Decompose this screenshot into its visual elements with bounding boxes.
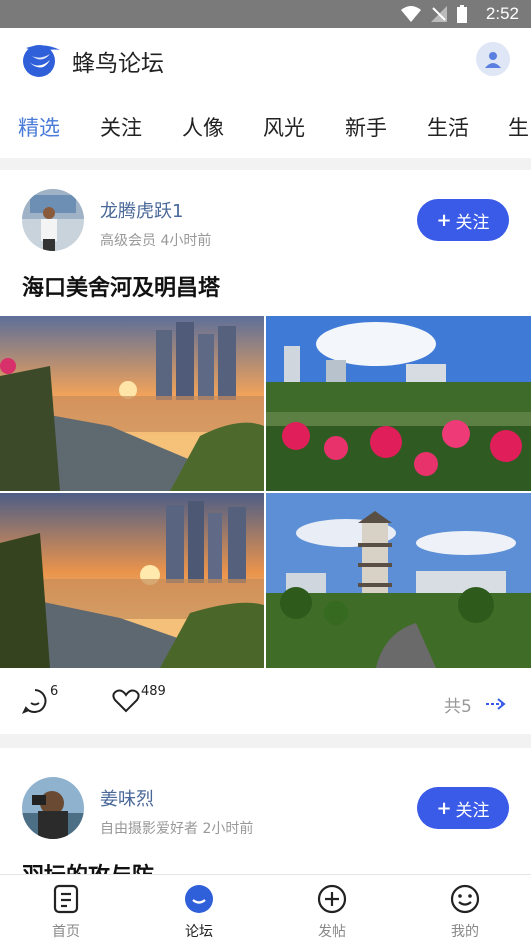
follow-button[interactable]: + 关注 <box>417 199 509 241</box>
profile-avatar-button[interactable] <box>476 42 510 76</box>
author-name[interactable]: 姜味烈 <box>100 785 154 811</box>
arrow-right-icon[interactable] <box>486 698 506 710</box>
nav-label: 论坛 <box>185 924 213 940</box>
post-separator <box>0 734 531 748</box>
plus-icon: + <box>436 797 452 819</box>
follow-label: 关注 <box>455 800 490 821</box>
post-image[interactable] <box>266 316 531 491</box>
clock: 2:52 <box>485 4 519 23</box>
like-count: 489 <box>141 684 166 699</box>
bottom-navigation: 首页 论坛 发帖 我的 <box>0 874 531 945</box>
follow-label: 关注 <box>455 212 490 233</box>
plus-circle-icon <box>317 884 347 914</box>
image-total: 共5 <box>444 697 472 717</box>
battery-icon <box>457 5 467 23</box>
hummingbird-logo-icon <box>23 45 60 77</box>
wifi-icon <box>401 6 421 22</box>
nav-label: 首页 <box>52 924 80 940</box>
author-name[interactable]: 龙腾虎跃1 <box>100 197 183 223</box>
post-card[interactable]: 龙腾虎跃1 高级会员 4小时前 + 关注 海口美舍河及明昌塔 6 489 共5 <box>0 170 531 734</box>
nav-label: 我的 <box>451 924 479 940</box>
heart-icon[interactable] <box>112 689 140 713</box>
post-image[interactable] <box>266 493 531 668</box>
post-title[interactable]: 羽坛的攻与防 <box>22 858 154 874</box>
status-bar: 2:52 <box>0 0 531 28</box>
app-header: 蜂鸟论坛 <box>0 28 531 90</box>
author-avatar[interactable] <box>22 777 84 839</box>
tab-landscape[interactable]: 风光 <box>263 112 305 142</box>
app-title: 蜂鸟论坛 <box>72 51 164 77</box>
author-meta: 自由摄影爱好者 2小时前 <box>100 821 254 837</box>
nav-post[interactable]: 发帖 <box>266 875 398 945</box>
user-icon <box>485 52 501 68</box>
category-tabs: 精选 关注 人像 风光 新手 生活 生 <box>0 96 531 156</box>
nav-forum[interactable]: 论坛 <box>133 875 265 945</box>
author-avatar[interactable] <box>22 189 84 251</box>
post-image[interactable] <box>0 493 264 668</box>
tab-beginner[interactable]: 新手 <box>345 112 387 142</box>
nav-home[interactable]: 首页 <box>0 875 132 945</box>
tab-featured[interactable]: 精选 <box>18 112 60 142</box>
follow-button[interactable]: + 关注 <box>417 787 509 829</box>
nav-mine[interactable]: 我的 <box>399 875 531 945</box>
tab-life[interactable]: 生活 <box>427 112 469 142</box>
post-actions: 6 489 共5 <box>0 670 531 730</box>
smiley-icon <box>450 884 480 914</box>
home-icon <box>53 884 79 914</box>
post-title[interactable]: 海口美舍河及明昌塔 <box>22 270 220 302</box>
no-signal-icon <box>431 6 447 22</box>
post-card[interactable]: 姜味烈 自由摄影爱好者 2小时前 + 关注 羽坛的攻与防 <box>0 748 531 874</box>
comment-icon[interactable] <box>22 688 48 714</box>
plus-icon: + <box>436 209 452 231</box>
tab-portrait[interactable]: 人像 <box>182 112 224 142</box>
tab-following[interactable]: 关注 <box>100 112 142 142</box>
comment-count: 6 <box>50 684 59 699</box>
post-image[interactable] <box>0 316 264 491</box>
forum-icon <box>185 885 213 913</box>
nav-label: 发帖 <box>318 924 346 940</box>
section-divider <box>0 158 531 170</box>
tab-more[interactable]: 生 <box>508 112 529 142</box>
image-grid <box>0 316 531 668</box>
author-meta: 高级会员 4小时前 <box>100 233 212 249</box>
